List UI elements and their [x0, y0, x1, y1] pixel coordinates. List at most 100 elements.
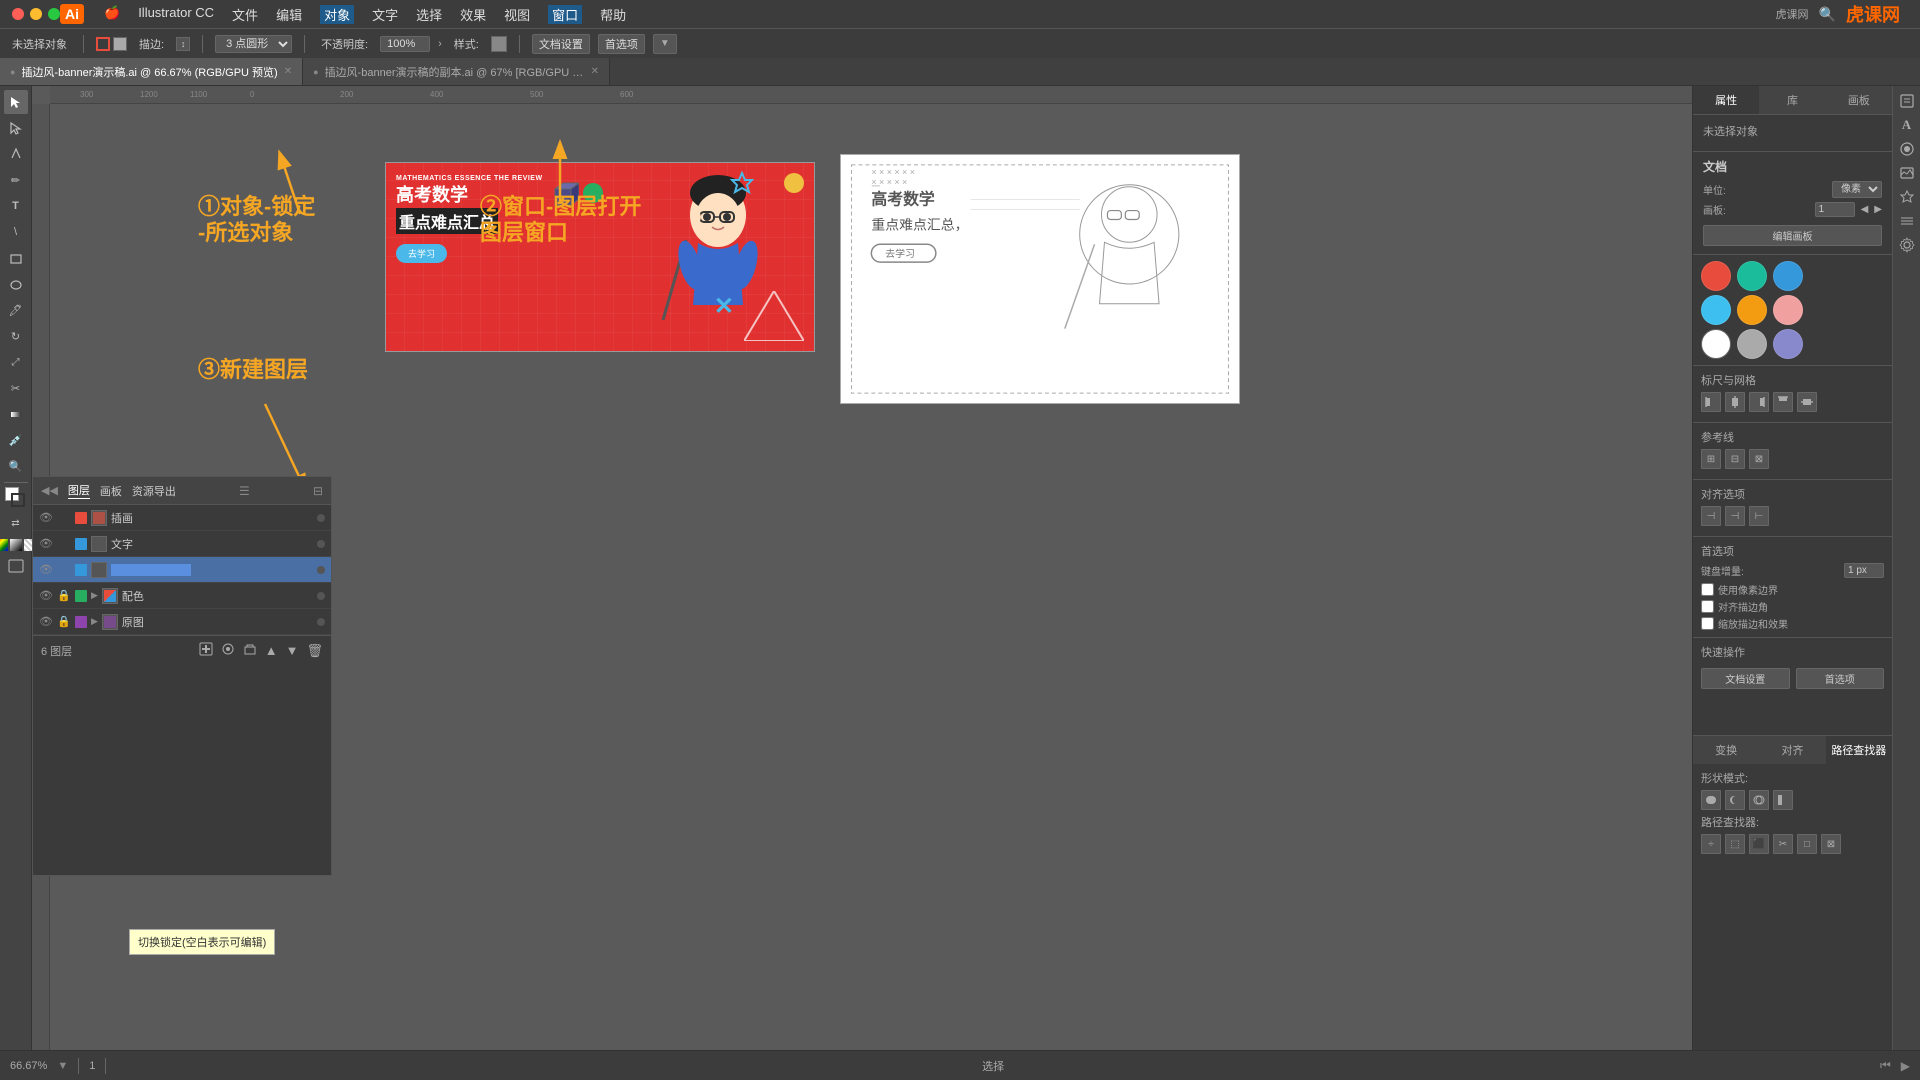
stroke-color-box[interactable] [96, 37, 110, 51]
layer-vis-dot-2[interactable] [317, 540, 325, 548]
panel-tab-export[interactable]: 资源导出 [132, 483, 176, 499]
delete-layer-btn[interactable]: 🗑 [306, 643, 323, 659]
menu-apple[interactable]: 🍎 [104, 5, 120, 24]
exclude-btn[interactable] [1773, 790, 1793, 810]
layer-vis-dot-4[interactable] [317, 592, 325, 600]
align-opt-2[interactable]: ⊣ [1725, 506, 1745, 526]
brush-tool[interactable]: 🖊 [4, 298, 28, 322]
prefs-btn[interactable]: 首选项 [598, 34, 645, 54]
swatch-gray[interactable] [1737, 329, 1767, 359]
snap-corners-checkbox[interactable] [1701, 600, 1714, 613]
rp-board-right[interactable]: ▶ [1874, 204, 1882, 215]
swatch-blue[interactable] [1773, 261, 1803, 291]
lock-icon-text[interactable]: 🔒 [57, 537, 71, 551]
lock-icon-editing[interactable]: 🔒 [57, 563, 71, 577]
panel-icon-type[interactable]: A [1896, 114, 1918, 136]
quick-doc-setup-btn[interactable]: 文档设置 [1701, 668, 1790, 689]
rp-board-input[interactable] [1815, 202, 1855, 217]
minus-front-btn[interactable] [1725, 790, 1745, 810]
guide-btn-2[interactable]: ⊟ [1725, 449, 1745, 469]
menu-select[interactable]: 选择 [416, 5, 442, 24]
align-left-btn[interactable] [1701, 392, 1721, 412]
rp-bottom-tab-transform[interactable]: 变换 [1693, 736, 1759, 764]
menu-window[interactable]: 窗口 [548, 5, 582, 24]
panel-icon-gear[interactable] [1896, 234, 1918, 256]
guide-btn-3[interactable]: ⊠ [1749, 449, 1769, 469]
lock-icon-original[interactable]: 🔒 [57, 615, 71, 629]
eye-icon-editing[interactable]: 👁 [39, 563, 53, 577]
zoom-out-btn[interactable]: ▼ [57, 1060, 68, 1072]
layer-item-editing[interactable]: 👁 🔒 [33, 557, 331, 583]
menu-illustrator[interactable]: Illustrator CC [138, 5, 214, 24]
fill-color-box[interactable] [113, 37, 127, 51]
rp-board-left[interactable]: ◀ [1861, 204, 1869, 215]
direct-select-tool[interactable] [4, 116, 28, 140]
zoom-tool[interactable]: 🔍 [4, 454, 28, 478]
rp-keyboard-input[interactable] [1844, 563, 1884, 578]
layer-vis-dot[interactable] [317, 514, 325, 522]
tab-1-close[interactable]: ✕ [284, 66, 292, 77]
unite-btn[interactable] [1701, 790, 1721, 810]
align-center-h-btn[interactable] [1725, 392, 1745, 412]
tab-2-close[interactable]: ✕ [591, 66, 599, 77]
trim-btn[interactable]: ⬚ [1725, 834, 1745, 854]
hard-mix-btn[interactable]: ⊠ [1821, 834, 1841, 854]
eyedropper-tool[interactable]: 💉 [4, 428, 28, 452]
panel-icon-1[interactable] [1896, 90, 1918, 112]
pen-tool[interactable] [4, 142, 28, 166]
rp-bottom-tab-pathfinder[interactable]: 路径查找器 [1826, 736, 1892, 764]
panel-icon-star[interactable] [1896, 186, 1918, 208]
rp-tab-library[interactable]: 库 [1759, 86, 1825, 114]
eye-icon-color[interactable]: 👁 [39, 589, 53, 603]
expand-icon-original[interactable]: ▶ [91, 616, 98, 627]
panel-icon-image[interactable] [1896, 162, 1918, 184]
align-center-v-btn[interactable] [1797, 392, 1817, 412]
menu-effect[interactable]: 效果 [460, 5, 486, 24]
snap-pixel-checkbox[interactable] [1701, 583, 1714, 596]
panel-tab-artboard[interactable]: 画板 [100, 483, 122, 499]
minimize-button[interactable] [30, 8, 42, 20]
eye-icon-text[interactable]: 👁 [39, 537, 53, 551]
panel-expand-btn[interactable]: ⊟ [313, 484, 323, 498]
screen-mode-btn[interactable] [7, 557, 25, 580]
line-tool[interactable]: \ [4, 220, 28, 244]
layer-item-original[interactable]: 👁 🔒 ▶ 原图 [33, 609, 331, 635]
outline-btn[interactable]: □ [1797, 834, 1817, 854]
scissors-tool[interactable]: ✂ [4, 376, 28, 400]
move-to-layer[interactable] [221, 642, 235, 659]
scale-raster-checkbox[interactable] [1701, 617, 1714, 630]
swatch-purple-gray[interactable] [1773, 329, 1803, 359]
tab-2[interactable]: ● 插边风-banner演示稿的副本.ai @ 67% [RGB/GPU 预览]… [303, 58, 610, 85]
menu-text[interactable]: 文字 [372, 5, 398, 24]
banner-btn[interactable]: 去学习 [396, 244, 447, 263]
panel-collapse-btn[interactable]: ◀◀ [41, 484, 58, 497]
opacity-input[interactable] [380, 36, 430, 52]
swatch-teal[interactable] [1737, 261, 1767, 291]
layer-vis-dot-3[interactable] [317, 566, 325, 574]
rect-tool[interactable] [4, 246, 28, 270]
divide-btn[interactable]: ÷ [1701, 834, 1721, 854]
eye-icon-illustration[interactable]: 👁 [39, 511, 53, 525]
align-opt-3[interactable]: ⊢ [1749, 506, 1769, 526]
eye-icon-original[interactable]: 👁 [39, 615, 53, 629]
menu-view[interactable]: 视图 [504, 5, 530, 24]
expand-icon-color[interactable]: ▶ [91, 590, 98, 601]
rp-bottom-tab-align[interactable]: 对齐 [1759, 736, 1825, 764]
swap-colors[interactable]: ⇄ [4, 511, 28, 535]
panel-icon-circle[interactable] [1896, 138, 1918, 160]
close-button[interactable] [12, 8, 24, 20]
ellipse-tool[interactable] [4, 272, 28, 296]
doc-setup-btn[interactable]: 文档设置 [532, 34, 590, 54]
fill-stroke-selector[interactable] [5, 487, 27, 509]
menu-help[interactable]: 帮助 [600, 5, 626, 24]
menu-edit[interactable]: 编辑 [276, 5, 302, 24]
gradient-tool[interactable] [4, 402, 28, 426]
lock-icon-illustration[interactable]: 🔒 [57, 511, 71, 525]
align-top-btn[interactable] [1773, 392, 1793, 412]
layer-name-input[interactable] [111, 564, 191, 576]
panel-tab-layers[interactable]: 图层 [68, 482, 90, 499]
rp-edit-artboard-btn[interactable]: 编辑画板 [1703, 225, 1882, 246]
layer-down-btn[interactable]: ▼ [286, 643, 299, 658]
play-back-btn[interactable]: ⏮ [1880, 1058, 1891, 1073]
rotate-tool[interactable]: ↻ [4, 324, 28, 348]
